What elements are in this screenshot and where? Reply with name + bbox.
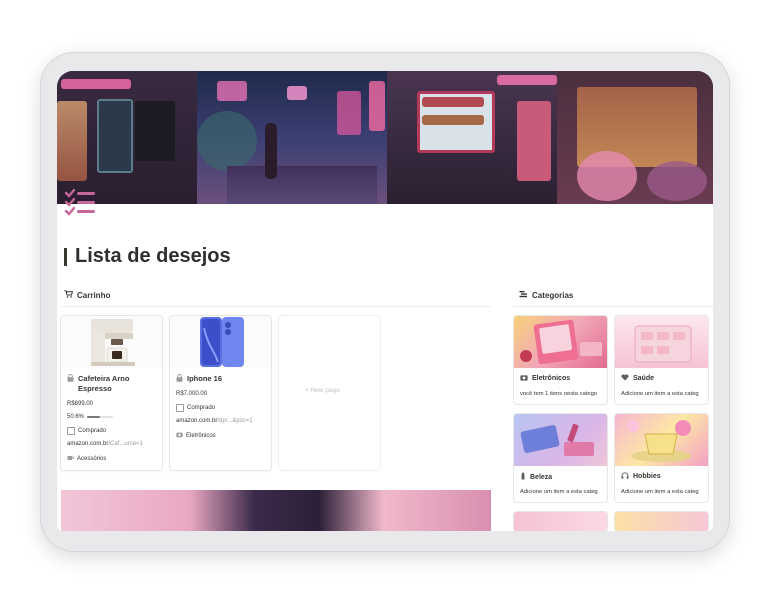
categories-divider	[513, 306, 713, 307]
category-image	[615, 316, 708, 368]
category-image	[514, 512, 607, 531]
iphone-image	[170, 316, 271, 368]
bought-checkbox-row[interactable]: Comprado	[67, 427, 106, 435]
cart-header[interactable]: Carrinho	[64, 290, 110, 300]
category-desc: Adicione um item a esta categ	[520, 489, 598, 495]
cart-card-cafeteira[interactable]: Cafeteira Arno Espresso R$899.00 50.6% C…	[60, 315, 163, 471]
lipstick-icon	[520, 472, 526, 482]
layers-icon	[519, 290, 528, 300]
bought-checkbox[interactable]	[67, 427, 75, 435]
new-page-card[interactable]: + New page	[278, 315, 381, 471]
notion-page: Lista de desejos Carrinho Cafeteira Arno…	[57, 71, 713, 531]
cart-item-price: R$7,000.00	[176, 391, 208, 397]
title-callout-bar	[64, 247, 67, 266]
cart-divider	[61, 306, 491, 307]
progress-bar-fill	[87, 416, 101, 418]
cart-item-name[interactable]: Iphone 16	[176, 373, 266, 385]
category-card-beleza[interactable]: Beleza Adicione um item a esta categ	[513, 413, 608, 503]
categories-header[interactable]: Categorias	[519, 290, 573, 300]
cart-item-category[interactable]: Acessórios	[67, 454, 106, 463]
categories-header-label: Categorias	[532, 290, 574, 300]
new-page-label: + New page	[305, 387, 340, 394]
category-desc: Adicione um item a esta categ	[621, 391, 699, 397]
lock-icon	[67, 373, 74, 394]
coffee-machine-image	[61, 316, 162, 368]
category-image	[615, 512, 708, 531]
lock-icon	[176, 373, 183, 385]
camera-icon	[520, 374, 528, 383]
progress-bar	[87, 416, 114, 418]
bottom-banner-image[interactable]	[61, 490, 491, 531]
category-image	[514, 316, 607, 368]
category-name: Hobbies	[621, 472, 661, 481]
heart-pulse-icon	[621, 374, 629, 383]
coffee-icon	[67, 454, 75, 463]
category-card-saude[interactable]: Saúde Adicione um item a esta categ	[614, 315, 709, 405]
bought-checkbox[interactable]	[176, 404, 184, 412]
cart-item-link[interactable]: amazon.com.br/Caf...urce=1	[67, 441, 143, 447]
category-name: Beleza	[520, 472, 552, 482]
bought-checkbox-row[interactable]: Comprado	[176, 404, 215, 412]
category-image	[615, 414, 708, 466]
category-name: Saúde	[621, 374, 654, 383]
cart-item-name[interactable]: Cafeteira Arno Espresso	[67, 373, 157, 394]
page-title: Lista de desejos	[64, 245, 231, 268]
cart-icon	[64, 290, 74, 300]
category-image	[514, 414, 607, 466]
cart-card-iphone[interactable]: Iphone 16 R$7,000.00 Comprado amazon.com…	[169, 315, 272, 471]
category-card-eletronicos[interactable]: Eletrônicos você tem 1 itens nesta categ…	[513, 315, 608, 405]
category-card-partial[interactable]	[513, 511, 608, 531]
cart-header-label: Carrinho	[77, 290, 111, 300]
category-card-hobbies[interactable]: Hobbies Adicione um item a esta categ	[614, 413, 709, 503]
cover-image[interactable]	[57, 71, 713, 204]
checklist-icon	[64, 188, 95, 216]
camera-icon	[176, 431, 183, 440]
cart-item-link[interactable]: amazon.com.br/dp/...&psc=1	[176, 418, 253, 424]
page-title-text[interactable]: Lista de desejos	[75, 245, 231, 268]
category-desc: você tem 1 itens nesta catego	[520, 391, 598, 397]
category-card-partial[interactable]	[614, 511, 709, 531]
headphones-icon	[621, 472, 629, 481]
cart-item-progress: 50.6%	[67, 414, 114, 420]
category-name: Eletrônicos	[520, 374, 570, 383]
cart-item-price: R$899.00	[67, 401, 94, 407]
cart-item-category[interactable]: Eletrônicos	[176, 431, 216, 440]
category-desc: Adicione um item a esta categ	[621, 489, 699, 495]
